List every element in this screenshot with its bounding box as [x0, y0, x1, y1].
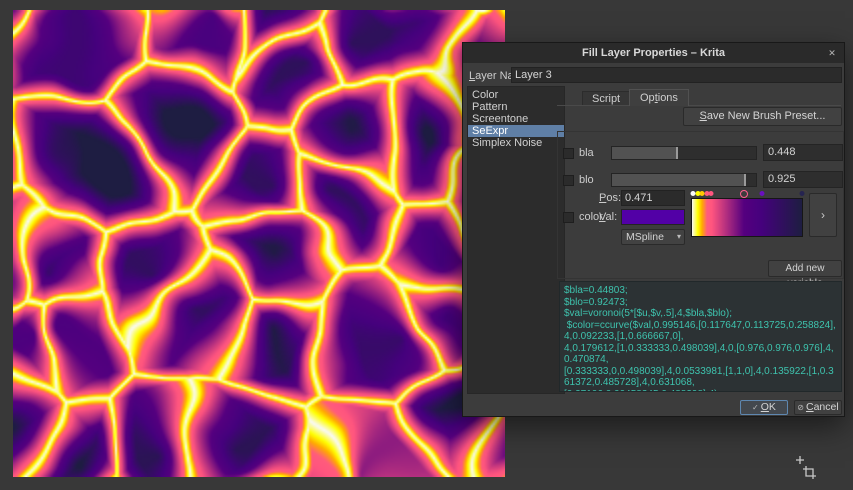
gradient-stop[interactable]: [759, 191, 764, 196]
interpolation-value: MSpline: [626, 231, 664, 243]
color-checkbox[interactable]: [563, 212, 574, 223]
pos-label: Pos:: [599, 192, 621, 204]
canvas-image[interactable]: [13, 10, 505, 477]
list-item-seexpr[interactable]: SeExpr: [468, 125, 564, 137]
blo-slider[interactable]: [611, 173, 757, 187]
blo-slider-fill: [612, 174, 745, 186]
gradient-stops-row[interactable]: [691, 189, 803, 198]
save-new-brush-preset-button[interactable]: Save New Brush Preset...: [683, 107, 842, 126]
bla-label: bla: [579, 147, 594, 159]
bla-checkbox[interactable]: [563, 148, 574, 159]
color-swatch[interactable]: [621, 209, 685, 225]
tab-script[interactable]: Script: [582, 91, 630, 106]
list-item-color[interactable]: Color: [468, 89, 564, 101]
crop-tool-cursor-icon: [793, 455, 819, 483]
script-text: $bla=0.44803; $blo=0.92473; $val=voronoi…: [564, 285, 837, 392]
blo-label: blo: [579, 174, 594, 186]
ok-label: OK: [761, 401, 776, 413]
generator-list[interactable]: ColorPatternScreentoneSeExprSimplex Nois…: [467, 86, 565, 394]
gradient-stop[interactable]: [709, 191, 714, 196]
tab-options[interactable]: Options: [629, 89, 689, 106]
val-label: Val:: [599, 211, 617, 223]
blo-slider-handle[interactable]: [744, 174, 746, 186]
script-editor[interactable]: $bla=0.44803; $blo=0.92473; $val=voronoi…: [559, 281, 842, 392]
list-item-simplex-noise[interactable]: Simplex Noise: [468, 137, 564, 149]
interpolation-dropdown[interactable]: MSpline ▾: [621, 229, 685, 245]
krita-workspace: Fill Layer Properties – Krita ✕ Layer Na…: [0, 0, 853, 490]
dialog-title: Fill Layer Properties – Krita: [463, 43, 844, 63]
ok-icon: ✓: [752, 403, 759, 412]
close-icon[interactable]: ✕: [825, 46, 839, 60]
gradient-stop[interactable]: [799, 191, 804, 196]
bla-slider[interactable]: [611, 146, 757, 160]
fill-layer-properties-dialog: Fill Layer Properties – Krita ✕ Layer Na…: [462, 42, 845, 417]
pos-input[interactable]: [621, 190, 685, 206]
cancel-icon: ⊘: [797, 403, 804, 412]
ok-button[interactable]: ✓OK: [740, 400, 788, 415]
gradient-preview[interactable]: [691, 198, 803, 237]
cancel-button[interactable]: ⊘Cancel: [794, 400, 842, 415]
dialog-titlebar[interactable]: Fill Layer Properties – Krita ✕: [463, 43, 844, 63]
bla-value-field[interactable]: 0.448: [763, 144, 843, 161]
options-panel-border: [557, 105, 841, 106]
cancel-label: Cancel: [806, 401, 839, 413]
layer-name-input[interactable]: [511, 67, 842, 83]
blo-value-field[interactable]: 0.925: [763, 171, 843, 188]
bla-slider-fill: [612, 147, 677, 159]
bla-slider-handle[interactable]: [676, 147, 678, 159]
gradient-stop[interactable]: [740, 190, 748, 198]
add-new-variable-button[interactable]: Add new variable: [768, 260, 842, 277]
blo-checkbox[interactable]: [563, 175, 574, 186]
gradient-expand-button[interactable]: ›: [809, 193, 837, 237]
list-item-pattern[interactable]: Pattern: [468, 101, 564, 113]
chevron-down-icon: ▾: [677, 230, 681, 244]
list-item-screentone[interactable]: Screentone: [468, 113, 564, 125]
